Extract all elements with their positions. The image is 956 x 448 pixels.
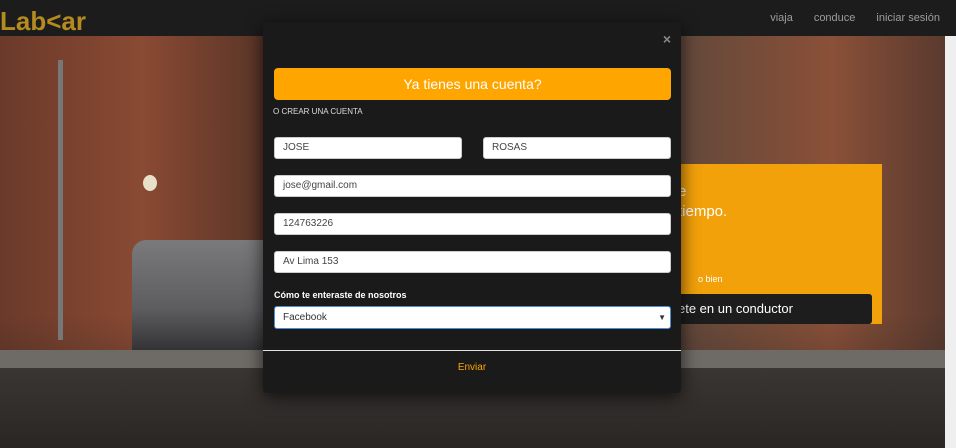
nav-links: viaja conduce iniciar sesión [770,12,940,24]
nav-link-conduce[interactable]: conduce [814,12,856,24]
last-name-field[interactable]: ROSAS [483,137,671,159]
caret-down-icon: ▼ [658,313,666,322]
have-account-button[interactable]: Ya tienes una cuenta? [274,68,671,100]
scrollbar-track[interactable] [945,36,956,448]
promo-line-1: e [678,183,687,200]
create-account-label: O CREAR UNA CUENTA [273,107,363,116]
promo-text: e tiempo. [678,182,727,222]
promo-line-2: tiempo. [678,203,728,220]
source-selected-value: Facebook [283,312,327,323]
promo-or-label: o bien [698,274,723,284]
source-select[interactable]: Facebook ▼ [274,306,671,329]
street-pole [58,60,63,340]
first-name-field[interactable]: JOSE [274,137,462,159]
nav-link-viaja[interactable]: viaja [770,12,793,24]
phone-field[interactable]: 124763226 [274,213,671,235]
source-label: Cómo te enteraste de nosotros [274,290,407,300]
modal-divider [263,350,681,351]
submit-button[interactable]: Enviar [263,362,681,373]
street-lamp [143,175,157,191]
signup-modal: × Ya tienes una cuenta? O CREAR UNA CUEN… [263,22,681,393]
promo-panel: e tiempo. o bien ete en un conductor [672,164,882,324]
nav-link-login[interactable]: iniciar sesión [876,12,940,24]
close-icon[interactable]: × [663,31,671,47]
address-field[interactable]: Av Lima 153 [274,251,671,273]
become-driver-button[interactable]: ete en un conductor [672,294,872,324]
brand-logo[interactable]: Lab<ar [0,6,86,37]
email-field[interactable]: jose@gmail.com [274,175,671,197]
